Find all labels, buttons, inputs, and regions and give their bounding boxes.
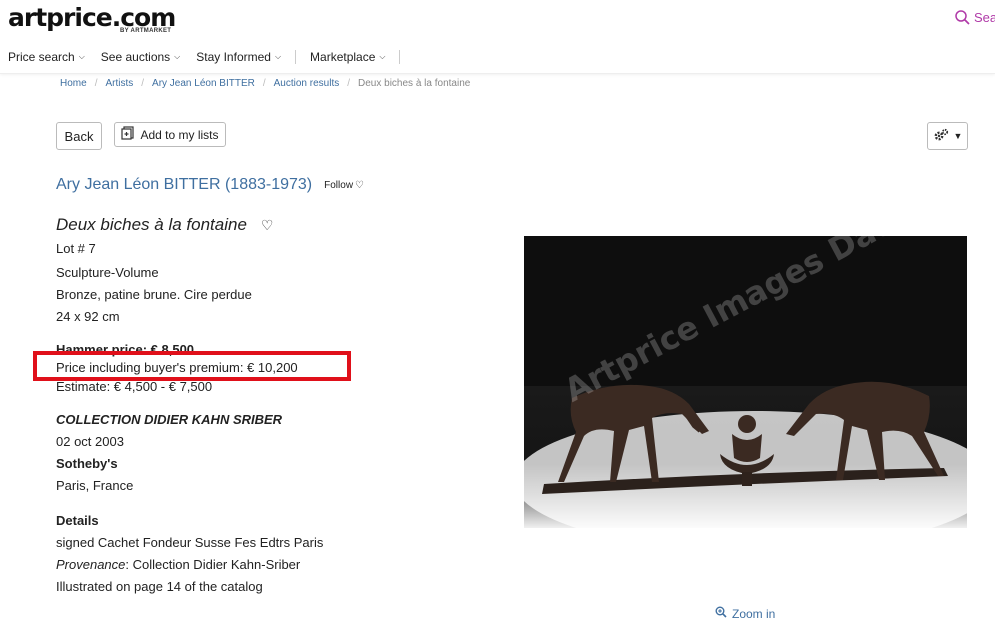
nav-label: Stay Informed xyxy=(196,50,271,64)
details-illustrated: Illustrated on page 14 of the catalog xyxy=(56,579,263,594)
breadcrumb-artists[interactable]: Artists xyxy=(105,78,133,89)
provenance-value: : Collection Didier Kahn-Sriber xyxy=(125,557,301,572)
breadcrumb: Home / Artists / Ary Jean Léon BITTER / … xyxy=(60,78,470,89)
breadcrumb-current: Deux biches à la fontaine xyxy=(358,78,471,89)
settings-dropdown-button[interactable]: ▼ xyxy=(927,122,968,150)
zoom-label: Zoom in xyxy=(732,606,776,621)
nav-divider xyxy=(399,50,401,64)
lot-details: Deux biches à la fontaine ♡ Lot # 7 Scul… xyxy=(56,213,476,598)
site-header: artprice.com BY ARTMARKET Sea Price sear… xyxy=(0,0,995,74)
nav-stay-informed[interactable]: Stay Informed ⌵ xyxy=(188,50,289,64)
zoom-in-link[interactable]: Zoom in xyxy=(715,606,775,621)
chevron-down-icon: ⌵ xyxy=(274,52,282,61)
main-nav: Price search ⌵ See auctions ⌵ Stay Informe… xyxy=(0,47,406,67)
artprice-logo[interactable]: artprice.com BY ARTMARKET xyxy=(8,5,176,35)
nav-see-auctions[interactable]: See auctions ⌵ xyxy=(93,50,188,64)
nav-label: Marketplace xyxy=(310,50,376,64)
nav-label: Price search xyxy=(8,50,75,64)
breadcrumb-separator: / xyxy=(347,78,351,89)
auction-house: Sotheby's xyxy=(56,456,118,471)
lot-number: Lot # 7 xyxy=(56,241,96,256)
add-to-lists-label: Add to my lists xyxy=(140,127,219,142)
search-button[interactable]: Sea xyxy=(955,10,995,25)
breadcrumb-separator: / xyxy=(94,78,98,89)
nav-label: See auctions xyxy=(100,50,171,64)
breadcrumb-home[interactable]: Home xyxy=(60,78,87,89)
list-add-icon xyxy=(121,126,135,143)
chevron-down-icon: ⌵ xyxy=(174,52,181,61)
heart-icon: ♡ xyxy=(355,179,365,191)
follow-label: Follow xyxy=(324,179,354,191)
artist-link[interactable]: Ary Jean Léon BITTER (1883-1973) xyxy=(56,176,312,194)
nav-divider xyxy=(295,50,297,64)
breadcrumb-auction-results[interactable]: Auction results xyxy=(274,78,340,89)
provenance-label: Provenance xyxy=(56,557,126,572)
favorite-heart-icon[interactable]: ♡ xyxy=(261,217,274,234)
chevron-down-icon: ⌵ xyxy=(78,52,85,61)
nav-marketplace[interactable]: Marketplace ⌵ xyxy=(302,50,393,64)
details-heading: Details xyxy=(56,513,99,528)
search-label: Sea xyxy=(974,10,995,25)
sale-location: Paris, France xyxy=(56,478,134,493)
add-to-lists-button[interactable]: Add to my lists xyxy=(114,122,226,147)
back-label: Back xyxy=(64,128,94,144)
lot-title: Deux biches à la fontaine xyxy=(56,215,247,234)
lot-category: Sculpture-Volume xyxy=(56,265,159,280)
artist-header: Ary Jean Léon BITTER (1883-1973) Follow … xyxy=(56,176,364,194)
chevron-down-icon: ⌵ xyxy=(379,52,386,61)
gears-icon xyxy=(933,128,949,145)
nav-price-search[interactable]: Price search ⌵ xyxy=(0,50,93,64)
lot-dimensions: 24 x 92 cm xyxy=(56,309,120,324)
artwork-image[interactable]: Artprice Images Database xyxy=(524,236,967,528)
caret-down-icon: ▼ xyxy=(953,131,963,141)
details-provenance: Provenance: Collection Didier Kahn-Sribe… xyxy=(56,554,476,576)
search-icon xyxy=(955,10,970,25)
breadcrumb-artist[interactable]: Ary Jean Léon BITTER xyxy=(152,78,255,89)
sale-name: COLLECTION DIDIER KAHN SRIBER xyxy=(56,412,283,427)
breadcrumb-separator: / xyxy=(141,78,145,89)
follow-button[interactable]: Follow ♡ xyxy=(324,180,364,191)
breadcrumb-separator: / xyxy=(262,78,266,89)
sale-date: 02 oct 2003 xyxy=(56,434,124,449)
zoom-icon xyxy=(715,606,727,621)
price-highlight-box xyxy=(33,351,351,381)
logo-subtext: BY ARTMARKET xyxy=(119,28,172,34)
details-signed: signed Cachet Fondeur Susse Fes Edtrs Pa… xyxy=(56,535,324,550)
lot-medium: Bronze, patine brune. Cire perdue xyxy=(56,287,252,302)
back-button[interactable]: Back xyxy=(56,122,102,150)
